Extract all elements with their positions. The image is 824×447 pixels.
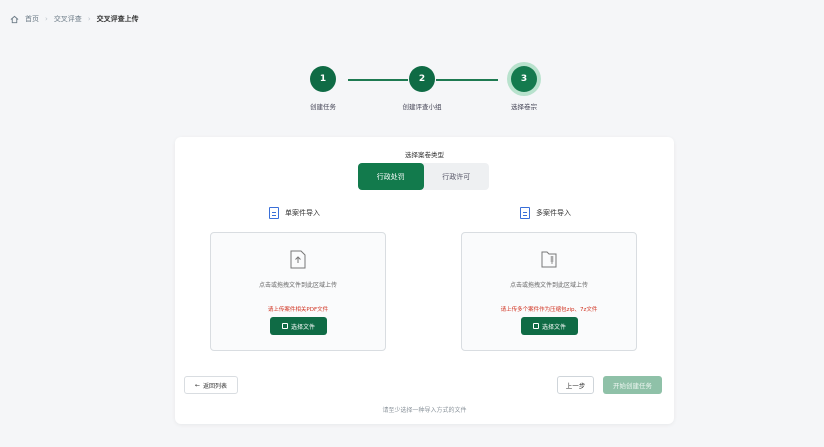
step-1: 1 创建任务 — [288, 66, 358, 111]
case-type-title: 选择案卷类型 — [405, 151, 444, 159]
select-file-label: 选择文件 — [290, 323, 315, 331]
multi-import-dropzone[interactable]: 点击或拖拽文件到此区域上传 请上传多个案件作为压缩包zip、7z文件 选择文件 — [461, 232, 637, 351]
step-2: 2 创建评查小组 — [387, 66, 457, 111]
dropzone-hint: 请上传案件相关PDF文件 — [267, 307, 329, 313]
case-type-option-permit[interactable]: 行政许可 — [424, 163, 490, 190]
step-3: 3 选择卷宗 — [489, 66, 559, 111]
upload-card: 选择案卷类型 行政处罚 行政许可 单案件导入 点击或拖拽文件到此区域上传 请上传… — [175, 137, 674, 424]
case-type-option-penalty[interactable]: 行政处罚 — [358, 163, 424, 190]
step-label: 创建评查小组 — [402, 103, 442, 111]
select-file-label: 选择文件 — [541, 323, 566, 331]
breadcrumb-home[interactable]: 首页 — [25, 14, 39, 24]
dropzone-text: 点击或拖拽文件到此区域上传 — [509, 282, 588, 289]
step-number: 2 — [409, 66, 435, 92]
case-type-selector: 行政处罚 行政许可 — [358, 163, 489, 190]
step-label: 创建任务 — [310, 103, 336, 111]
multi-select-file-button[interactable]: 选择文件 — [521, 317, 578, 335]
multi-import-title: 多案件导入 — [536, 209, 571, 217]
prev-step-button[interactable]: 上一步 — [557, 376, 594, 394]
dropzone-hint: 请上传多个案件作为压缩包zip、7z文件 — [500, 307, 598, 313]
single-select-file-button[interactable]: 选择文件 — [270, 317, 327, 335]
breadcrumb: 首页 › 交叉评查 › 交叉评查上传 — [10, 14, 139, 24]
back-label: 返回列表 — [203, 382, 228, 390]
arrow-left-icon: ← — [194, 381, 200, 389]
single-import-dropzone[interactable]: 点击或拖拽文件到此区域上传 请上传案件相关PDF文件 选择文件 — [210, 232, 386, 351]
file-upload-icon — [290, 250, 306, 269]
back-to-list-button[interactable]: ← 返回列表 — [184, 376, 238, 394]
step-label: 选择卷宗 — [511, 103, 537, 111]
chevron-right-icon: › — [87, 15, 91, 23]
breadcrumb-current: 交叉评查上传 — [96, 15, 139, 23]
chevron-right-icon: › — [45, 15, 48, 23]
document-icon — [520, 207, 530, 219]
single-import-title: 单案件导入 — [285, 209, 320, 217]
document-icon — [269, 207, 279, 219]
file-icon — [532, 323, 539, 329]
step-number: 1 — [310, 66, 336, 92]
step-number: 3 — [511, 66, 537, 92]
footer-hint: 请至少选择一种导入方式的文件 — [382, 407, 467, 414]
dropzone-text: 点击或拖拽文件到此区域上传 — [258, 282, 337, 289]
file-icon — [281, 323, 288, 329]
start-create-task-button[interactable]: 开始创建任务 — [603, 376, 662, 394]
stepper: 1 创建任务 2 创建评查小组 3 选择卷宗 — [300, 66, 550, 116]
folder-archive-icon — [541, 251, 557, 268]
multi-import-header: 多案件导入 — [520, 207, 571, 219]
breadcrumb-cross-review[interactable]: 交叉评查 — [54, 14, 82, 24]
home-icon — [10, 15, 19, 23]
single-import-header: 单案件导入 — [269, 207, 320, 219]
